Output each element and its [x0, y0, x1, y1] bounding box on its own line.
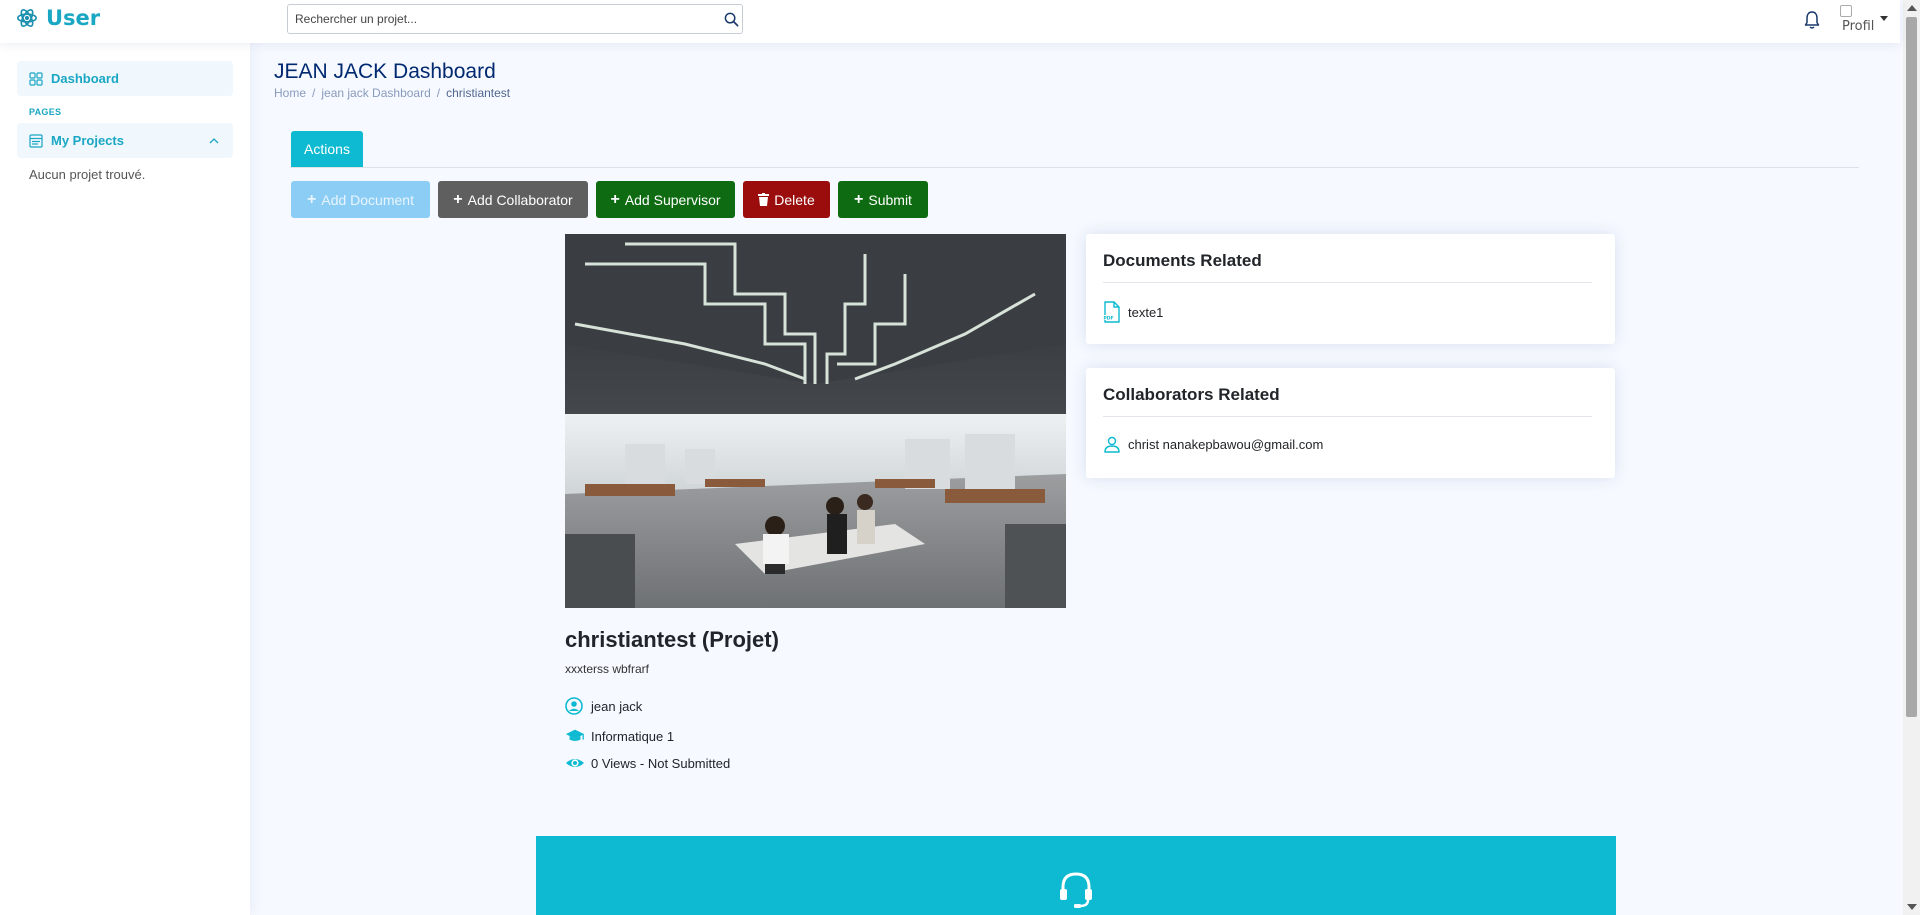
app-name: User [46, 6, 101, 30]
pdf-file-icon: PDF [1103, 301, 1120, 323]
scroll-up-arrow-icon[interactable] [1907, 5, 1917, 11]
plus-icon: + [610, 190, 620, 208]
divider [1103, 282, 1592, 283]
status-text: 0 Views - Not Submitted [591, 755, 731, 771]
scroll-down-arrow-icon[interactable] [1907, 904, 1917, 910]
button-label: Add Collaborator [467, 191, 573, 208]
card-title: Documents Related [1103, 251, 1262, 270]
breadcrumb-separator: / [436, 86, 441, 100]
sidebar: Dashboard PAGES My Projects Aucun projet… [0, 43, 250, 915]
tab-bar: Actions [291, 131, 1859, 168]
project-status: 0 Views - Not Submitted [565, 754, 730, 772]
atom-logo-icon [17, 9, 37, 27]
page-title: JEAN JACK Dashboard [274, 60, 496, 83]
app-logo[interactable]: User [16, 6, 100, 30]
collaborator-item[interactable]: christ nanakepbawou@gmail.com [1103, 435, 1323, 453]
project-title: christiantest (Projet) [565, 627, 779, 652]
button-label: Add Supervisor [624, 191, 721, 208]
grid-icon [29, 71, 43, 86]
top-header: User Profil [0, 0, 1900, 43]
sidebar-heading-pages: PAGES [29, 107, 62, 117]
search-box [287, 4, 743, 34]
headset-icon [1060, 872, 1092, 908]
plus-icon: + [854, 190, 864, 208]
search-icon[interactable] [724, 12, 739, 27]
divider [1103, 416, 1592, 417]
bell-icon[interactable] [1803, 10, 1821, 30]
button-label: Delete [774, 191, 815, 208]
profile-avatar[interactable]: Profil [1840, 5, 1874, 37]
sidebar-item-my-projects[interactable]: My Projects [17, 123, 233, 158]
project-image [565, 234, 1066, 608]
add-document-button[interactable]: + Add Document [291, 181, 430, 218]
breadcrumb: Home / jean jack Dashboard / christiante… [274, 86, 510, 100]
breadcrumb-separator: / [312, 86, 316, 100]
submit-button[interactable]: + Submit [838, 181, 928, 218]
add-supervisor-button[interactable]: + Add Supervisor [596, 181, 735, 218]
trash-icon [758, 193, 770, 206]
button-label: Add Document [321, 191, 414, 208]
person-icon [1104, 436, 1120, 453]
plus-icon: + [453, 190, 463, 208]
document-name[interactable]: texte1 [1128, 305, 1163, 320]
layout-text-icon [29, 133, 43, 148]
breadcrumb-current: christiantest [446, 86, 511, 100]
collaborator-email[interactable]: christ nanakepbawou@gmail.com [1128, 437, 1323, 452]
support-banner [536, 836, 1616, 915]
profile-dropdown-caret-icon[interactable] [1880, 16, 1888, 21]
sidebar-item-label: Dashboard [51, 71, 119, 86]
button-label: Submit [868, 191, 912, 208]
sidebar-item-dashboard[interactable]: Dashboard [17, 61, 233, 96]
svg-text:PDF: PDF [1104, 316, 1114, 322]
eye-icon [566, 759, 584, 767]
user-circle-icon [565, 697, 583, 715]
documents-related-card: Documents Related PDF texte1 [1086, 234, 1615, 344]
sidebar-item-label: My Projects [51, 133, 124, 148]
owner-name: jean jack [591, 698, 643, 714]
add-collaborator-button[interactable]: + Add Collaborator [438, 181, 588, 218]
class-name: Informatique 1 [591, 728, 675, 744]
page-scrollbar[interactable] [1903, 0, 1920, 915]
breadcrumb-home[interactable]: Home [274, 86, 306, 100]
project-owner: jean jack [565, 697, 642, 715]
tab-actions[interactable]: Actions [291, 131, 363, 167]
no-projects-text: Aucun projet trouvé. [29, 167, 146, 182]
project-description: xxxterss wbfrarf [565, 662, 650, 676]
delete-button[interactable]: Delete [743, 181, 830, 218]
document-item[interactable]: PDF texte1 [1103, 301, 1163, 323]
broken-image-icon [1840, 5, 1852, 17]
breadcrumb-dashboard[interactable]: jean jack Dashboard [321, 86, 430, 100]
plus-icon: + [307, 190, 317, 208]
chevron-up-icon[interactable] [209, 136, 219, 146]
search-input[interactable] [288, 5, 708, 33]
graduation-cap-icon [565, 729, 585, 741]
scrollbar-thumb[interactable] [1906, 17, 1917, 717]
card-title: Collaborators Related [1103, 385, 1280, 404]
profile-alt-text: Profil [1842, 19, 1874, 34]
project-class: Informatique 1 [565, 727, 674, 745]
collaborators-related-card: Collaborators Related christ nanakepbawo… [1086, 368, 1615, 478]
